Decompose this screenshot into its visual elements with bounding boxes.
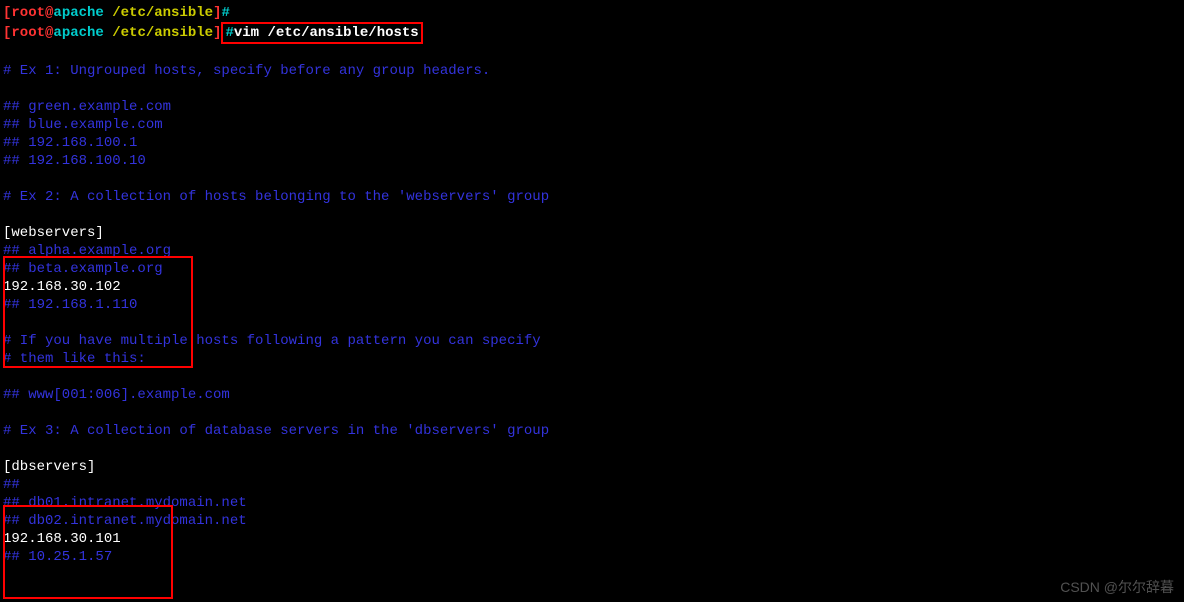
dbservers-highlight-box (3, 505, 173, 599)
file-comment-line: ## 10.25.1.57 (3, 548, 1181, 566)
terminal-prompt-line-2: [root@apache /etc/ansible]#vim /etc/ansi… (3, 22, 1181, 44)
file-comment-line: ## (3, 476, 1181, 494)
file-comment-line: ## www[001:006].example.com (3, 386, 1181, 404)
command-highlight-box: #vim /etc/ansible/hosts (221, 22, 422, 44)
prompt-host: apache (53, 5, 103, 21)
prompt-hash: # (221, 5, 229, 21)
file-comment-line: # Ex 2: A collection of hosts belonging … (3, 188, 1181, 206)
file-comment-line: ## green.example.com (3, 98, 1181, 116)
prompt-user: root (11, 25, 45, 41)
file-comment-line: ## 192.168.100.1 (3, 134, 1181, 152)
file-comment-line: # Ex 1: Ungrouped hosts, specify before … (3, 62, 1181, 80)
prompt-bracket-close: ] (213, 25, 221, 41)
section-header-dbservers: [dbservers] (3, 458, 1181, 476)
prompt-path: /etc/ansible (104, 25, 213, 41)
watermark-text: CSDN @尔尔辞暮 (1060, 578, 1174, 596)
host-entry-dbservers: 192.168.30.101 (3, 530, 1181, 548)
prompt-user: root (11, 5, 45, 21)
vim-command[interactable]: vim /etc/ansible/hosts (234, 25, 419, 41)
prompt-hash: # (225, 25, 233, 41)
webservers-highlight-box (3, 256, 193, 368)
file-comment-line: # Ex 3: A collection of database servers… (3, 422, 1181, 440)
section-header-webservers: [webservers] (3, 224, 1181, 242)
file-comment-line: ## 192.168.100.10 (3, 152, 1181, 170)
file-comment-line: ## blue.example.com (3, 116, 1181, 134)
prompt-host: apache (53, 25, 103, 41)
terminal-prompt-line-1: [root@apache /etc/ansible]# (3, 4, 1181, 22)
prompt-path: /etc/ansible (104, 5, 213, 21)
file-comment-line: ## db02.intranet.mydomain.net (3, 512, 1181, 530)
file-comment-line: ## db01.intranet.mydomain.net (3, 494, 1181, 512)
